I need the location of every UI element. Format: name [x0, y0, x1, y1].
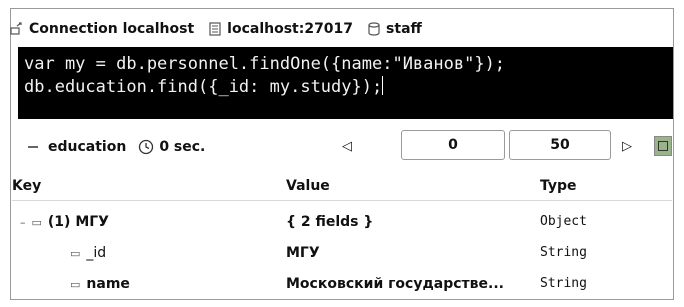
execution-time: 0 sec. — [138, 139, 205, 155]
collection-label: education — [48, 139, 127, 155]
table-row[interactable]: ▭ _id МГУ String — [12, 245, 672, 269]
connection-icon — [10, 22, 24, 36]
editor-line-2-text: db.education.find({_id: my.study}); — [24, 77, 383, 97]
row-value: { 2 fields } — [286, 214, 374, 230]
view-mode-button[interactable] — [654, 136, 672, 156]
limit-value: 50 — [550, 137, 570, 153]
document-icon: ▭ — [31, 215, 42, 229]
prev-page-button[interactable]: ◁ — [338, 136, 356, 156]
row-key: ▭ name — [70, 276, 130, 292]
next-page-button[interactable]: ▷ — [618, 136, 636, 156]
row-key-text: (1) МГУ — [47, 214, 109, 230]
collection-icon — [28, 146, 38, 148]
tree-view-icon — [658, 141, 668, 151]
database-label: staff — [386, 21, 422, 37]
editor-line-1: var my = db.personnel.findOne({name:"Ива… — [24, 54, 506, 74]
row-type: String — [540, 276, 587, 291]
connection-label: Connection localhost — [29, 21, 195, 37]
connection-bar: Connection localhost localhost:27017 sta… — [10, 16, 436, 42]
connection-item[interactable]: Connection localhost — [10, 21, 194, 37]
row-key: – ▭ (1) МГУ — [20, 214, 109, 230]
text-cursor — [382, 76, 384, 95]
database-item[interactable]: staff — [367, 21, 422, 37]
type-column-header[interactable]: Type — [540, 178, 577, 194]
row-type: String — [540, 245, 587, 260]
row-value: МГУ — [286, 245, 320, 261]
server-label: localhost:27017 — [227, 21, 354, 37]
table-row[interactable]: – ▭ (1) МГУ { 2 fields } Object — [12, 214, 672, 238]
row-key-text: name — [86, 276, 130, 292]
limit-field[interactable]: 50 — [509, 130, 611, 160]
collapse-icon[interactable]: – — [20, 216, 26, 229]
row-key: ▭ _id — [70, 245, 106, 261]
server-item[interactable]: localhost:27017 — [208, 21, 353, 37]
editor-line-2: db.education.find({_id: my.study}); — [24, 76, 673, 99]
row-type: Object — [540, 214, 587, 229]
skip-field[interactable]: 0 — [401, 130, 505, 160]
time-label: 0 sec. — [159, 139, 206, 155]
database-icon — [367, 22, 381, 36]
results-header: Key Value Type — [12, 178, 672, 200]
header-divider — [12, 200, 672, 201]
row-key-text: _id — [86, 245, 107, 261]
server-icon — [208, 22, 222, 36]
field-icon: ▭ — [70, 277, 81, 291]
chevron-left-icon: ◁ — [342, 138, 352, 154]
row-value: Московский государстве... — [286, 276, 504, 292]
query-editor[interactable]: var my = db.personnel.findOne({name:"Ива… — [18, 47, 673, 119]
value-column-header[interactable]: Value — [286, 178, 330, 194]
chevron-right-icon: ▷ — [622, 138, 632, 154]
key-column-header[interactable]: Key — [12, 178, 41, 194]
skip-value: 0 — [448, 137, 458, 153]
clock-icon — [138, 139, 154, 155]
table-row[interactable]: ▭ name Московский государстве... String — [12, 276, 672, 300]
field-icon: ▭ — [70, 246, 81, 260]
